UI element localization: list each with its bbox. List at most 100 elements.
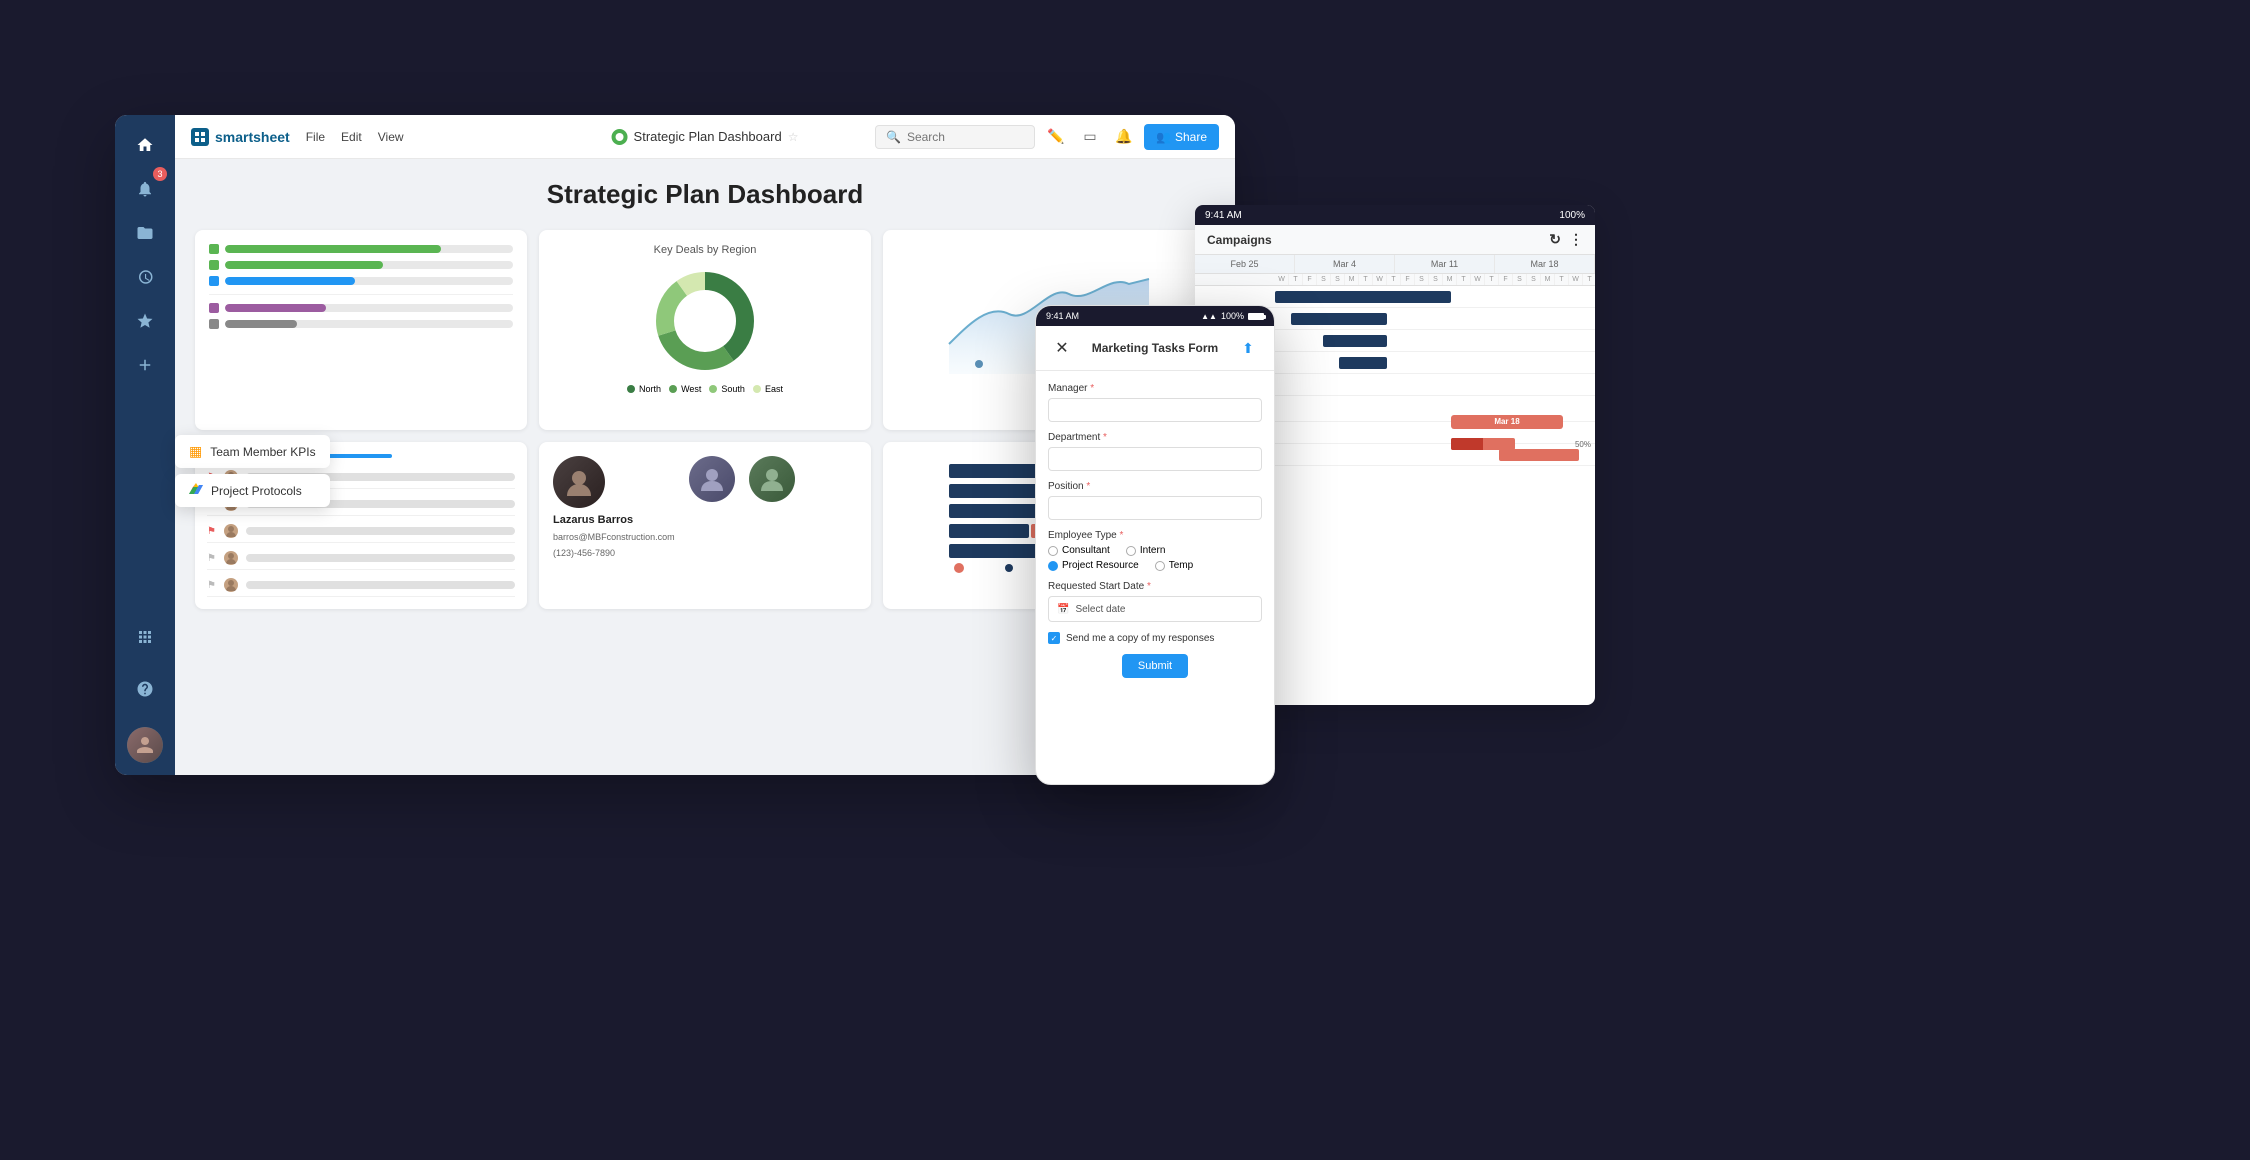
field-start-date: Requested Start Date * 📅 Select date (1048, 581, 1262, 622)
date-placeholder: Select date (1075, 604, 1125, 615)
phone-form-content: Manager * Department * Position * (1036, 371, 1274, 785)
kpi-bar-bg-4 (225, 304, 513, 312)
gantt-date-1: Feb 25 (1195, 255, 1295, 273)
avatar-image (127, 727, 163, 763)
legend-dot-west (669, 385, 677, 393)
kpi-bar-bg-1 (225, 245, 513, 253)
menu-edit[interactable]: Edit (341, 130, 362, 144)
search-icon: 🔍 (886, 130, 901, 144)
logo: smartsheet (191, 128, 290, 146)
radio-consultant[interactable]: Consultant (1048, 545, 1110, 556)
row-bar-3 (246, 527, 515, 535)
field-position-input[interactable] (1048, 496, 1262, 520)
radio-temp[interactable]: Temp (1155, 560, 1193, 571)
edit-icon-btn[interactable]: ✏️ (1042, 123, 1070, 151)
menu-view[interactable]: View (378, 130, 404, 144)
logo-icon (191, 128, 209, 146)
gantt-more-icon[interactable]: ⋮ (1569, 231, 1583, 248)
field-employee-type: Employee Type * Consultant Intern (1048, 530, 1262, 571)
battery-icon (1248, 313, 1264, 320)
sidebar-item-favorites[interactable] (127, 303, 163, 339)
row-bar-4 (246, 554, 515, 562)
kpi-bar-fill-5 (225, 320, 297, 328)
topbar: smartsheet File Edit View Strategic Plan… (175, 115, 1235, 159)
field-department-input[interactable] (1048, 447, 1262, 471)
contact-avatar-3 (749, 456, 795, 502)
legend-label-north: North (639, 384, 661, 394)
present-icon-btn[interactable]: ▭ (1076, 123, 1104, 151)
legend-south: South (709, 384, 745, 394)
kpi-bar-fill-4 (225, 304, 326, 312)
radio-row-1: Consultant Intern (1048, 545, 1262, 556)
legend-east: East (753, 384, 783, 394)
contact-email-1: barros@MBFconstruction.com (553, 532, 675, 542)
kpi-bar-bg-2 (225, 261, 513, 269)
field-start-date-label: Requested Start Date (1048, 581, 1144, 592)
legend-label-south: South (721, 384, 745, 394)
sidebar-item-help[interactable] (127, 671, 163, 707)
date-field-input[interactable]: 📅 Select date (1048, 596, 1262, 622)
doc-title-text: Strategic Plan Dashboard (634, 129, 782, 144)
field-department: Department * (1048, 432, 1262, 481)
gantt-battery: 100% (1559, 210, 1585, 221)
popup-project-protocols[interactable]: Project Protocols (175, 474, 330, 507)
radio-project-resource[interactable]: Project Resource (1048, 560, 1139, 571)
sidebar-item-add[interactable] (127, 347, 163, 383)
contact-2 (689, 456, 735, 502)
legend-label-west: West (681, 384, 701, 394)
submit-button[interactable]: Submit (1122, 654, 1188, 678)
radio-intern[interactable]: Intern (1126, 545, 1166, 556)
notification-badge: 3 (153, 167, 167, 181)
notify-icon-btn[interactable]: 🔔 (1110, 123, 1138, 151)
legend-dot-south (709, 385, 717, 393)
phone-mockup: 9:41 AM ▲▲ 100% ✕ Marketing Tasks Form ⬆… (1035, 305, 1275, 785)
doc-title: Strategic Plan Dashboard ☆ (612, 129, 799, 145)
checkbox-copy-responses[interactable]: ✓ Send me a copy of my responses (1048, 632, 1262, 644)
sidebar-item-home[interactable] (127, 127, 163, 163)
checkbox-label: Send me a copy of my responses (1066, 633, 1214, 644)
phone-form-title: Marketing Tasks Form (1092, 341, 1218, 355)
field-position-label: Position (1048, 481, 1084, 492)
sidebar-item-recent[interactable] (127, 259, 163, 295)
popup-team-kpis[interactable]: ▦ Team Member KPIs (175, 435, 330, 468)
sidebar-item-apps[interactable] (127, 619, 163, 655)
field-employee-type-label: Employee Type (1048, 530, 1117, 541)
table-orange-icon: ▦ (189, 443, 202, 460)
radio-label-project-resource: Project Resource (1062, 560, 1139, 571)
user-avatar[interactable] (127, 727, 163, 763)
phone-share-btn[interactable]: ⬆ (1234, 334, 1262, 362)
checkbox-icon: ✓ (1048, 632, 1060, 644)
gantt-dates: Feb 25 Mar 4 Mar 11 Mar 18 (1195, 255, 1595, 274)
wifi-icon: ▲▲ (1201, 312, 1217, 321)
radio-label-temp: Temp (1169, 560, 1193, 571)
doc-title-icon (612, 129, 628, 145)
sidebar-item-folders[interactable] (127, 215, 163, 251)
widget-kpi-bars (195, 230, 527, 430)
gantt-date-3: Mar 11 (1395, 255, 1495, 273)
menu-file[interactable]: File (306, 130, 325, 144)
flag-icon-3: ⚑ (207, 526, 216, 537)
kpi-bar-fill-2 (225, 261, 383, 269)
donut-chart-container (553, 266, 857, 376)
legend-label-east: East (765, 384, 783, 394)
gdrive-icon (189, 482, 203, 499)
phone-battery: 100% (1221, 311, 1244, 321)
field-manager-input[interactable] (1048, 398, 1262, 422)
contact-3 (749, 456, 795, 502)
share-button[interactable]: 👥 Share (1144, 124, 1219, 150)
radio-group-employee-type: Consultant Intern Project Resource (1048, 545, 1262, 571)
flag-icon-5: ⚑ (207, 580, 216, 591)
row-avatar-4 (224, 551, 238, 565)
row-avatar-5 (224, 578, 238, 592)
sidebar-item-notifications[interactable]: 3 (127, 171, 163, 207)
radio-circle-intern (1126, 546, 1136, 556)
favorite-star-icon[interactable]: ☆ (788, 130, 799, 144)
phone-close-btn[interactable]: ✕ (1048, 334, 1076, 362)
search-bar: 🔍 (875, 125, 1035, 149)
donut-title: Key Deals by Region (553, 244, 857, 256)
search-input[interactable] (907, 130, 1024, 144)
gantt-subheader: Campaigns ↻ ⋮ (1195, 225, 1595, 255)
kpi-dot-2 (209, 260, 219, 270)
gantt-refresh-icon[interactable]: ↻ (1549, 231, 1561, 248)
battery-fill (1249, 314, 1263, 319)
